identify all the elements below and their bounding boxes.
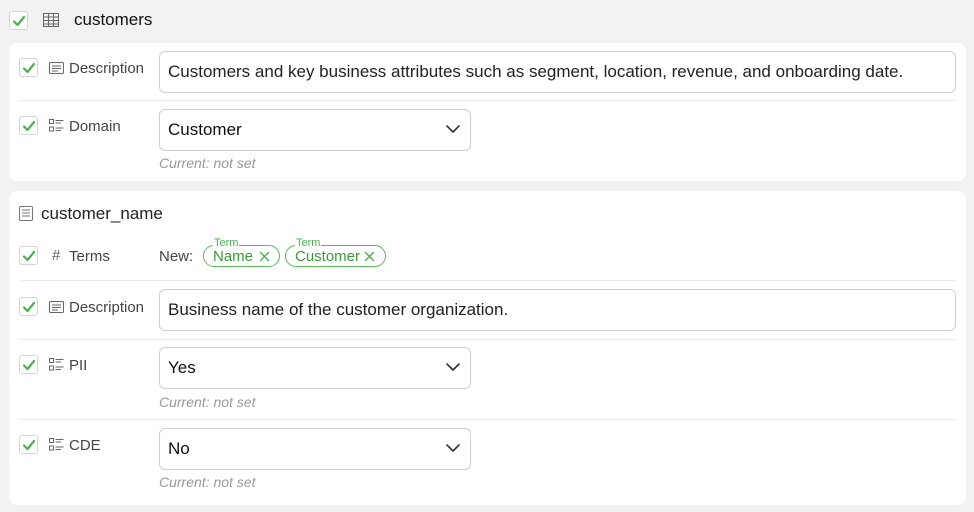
- table-description-checkbox[interactable]: [19, 58, 38, 77]
- column-cde-value: No: [168, 439, 190, 458]
- list-icon: [49, 358, 64, 371]
- column-cde-current: Current: not set: [159, 474, 256, 490]
- check-icon: [22, 120, 36, 132]
- column-pii-label: PII: [69, 357, 88, 374]
- chevron-down-icon: [446, 125, 460, 133]
- column-pii-value: Yes: [168, 358, 196, 377]
- column-pii-current: Current: not set: [159, 394, 256, 410]
- check-icon: [22, 301, 36, 313]
- column-cde-checkbox[interactable]: [19, 435, 38, 454]
- check-icon: [22, 439, 36, 451]
- table-card: Description Customers and key business a…: [9, 43, 966, 181]
- table-icon: [43, 13, 59, 27]
- check-icon: [22, 250, 36, 262]
- hash-icon: #: [52, 247, 61, 264]
- table-domain-label: Domain: [69, 118, 121, 135]
- column-pii-checkbox[interactable]: [19, 355, 38, 374]
- column-pii-select[interactable]: Yes: [159, 347, 471, 389]
- table-domain-checkbox[interactable]: [19, 116, 38, 135]
- description-icon: [49, 62, 64, 74]
- close-icon[interactable]: [259, 251, 270, 262]
- term-tag[interactable]: Term Name: [203, 237, 280, 267]
- column-card: customer_name # Terms New: Term Name Ter…: [9, 191, 966, 505]
- list-icon: [49, 119, 64, 132]
- check-icon: [22, 62, 36, 74]
- table-domain-select[interactable]: Customer: [159, 109, 471, 151]
- close-icon[interactable]: [364, 251, 375, 262]
- column-description-checkbox[interactable]: [19, 297, 38, 316]
- term-tag[interactable]: Term Customer: [285, 237, 386, 267]
- column-icon: [19, 206, 33, 221]
- column-cde-label: CDE: [69, 437, 101, 454]
- chevron-down-icon: [446, 363, 460, 371]
- row-divider: [19, 280, 956, 281]
- row-divider: [19, 419, 956, 420]
- column-name: customer_name: [41, 204, 163, 223]
- table-description-field[interactable]: Customers and key business attributes su…: [159, 51, 956, 93]
- table-domain-value: Customer: [168, 120, 242, 139]
- table-description-label: Description: [69, 60, 145, 77]
- description-icon: [49, 301, 64, 313]
- check-icon: [12, 15, 26, 27]
- table-name: customers: [74, 10, 153, 29]
- table-checkbox[interactable]: [9, 11, 28, 30]
- column-terms-checkbox[interactable]: [19, 246, 38, 265]
- list-icon: [49, 438, 64, 451]
- column-terms-label: Terms: [69, 248, 110, 265]
- check-icon: [22, 359, 36, 371]
- column-description-label: Description: [69, 299, 145, 316]
- chevron-down-icon: [446, 444, 460, 452]
- column-cde-select[interactable]: No: [159, 428, 471, 470]
- table-domain-current: Current: not set: [159, 155, 256, 171]
- column-terms-prefix: New:: [159, 248, 194, 265]
- row-divider: [19, 339, 956, 340]
- column-description-field[interactable]: Business name of the customer organizati…: [159, 289, 956, 331]
- term-tag-label: Name: [213, 248, 254, 265]
- row-divider: [19, 100, 956, 101]
- term-tag-label: Customer: [295, 248, 361, 265]
